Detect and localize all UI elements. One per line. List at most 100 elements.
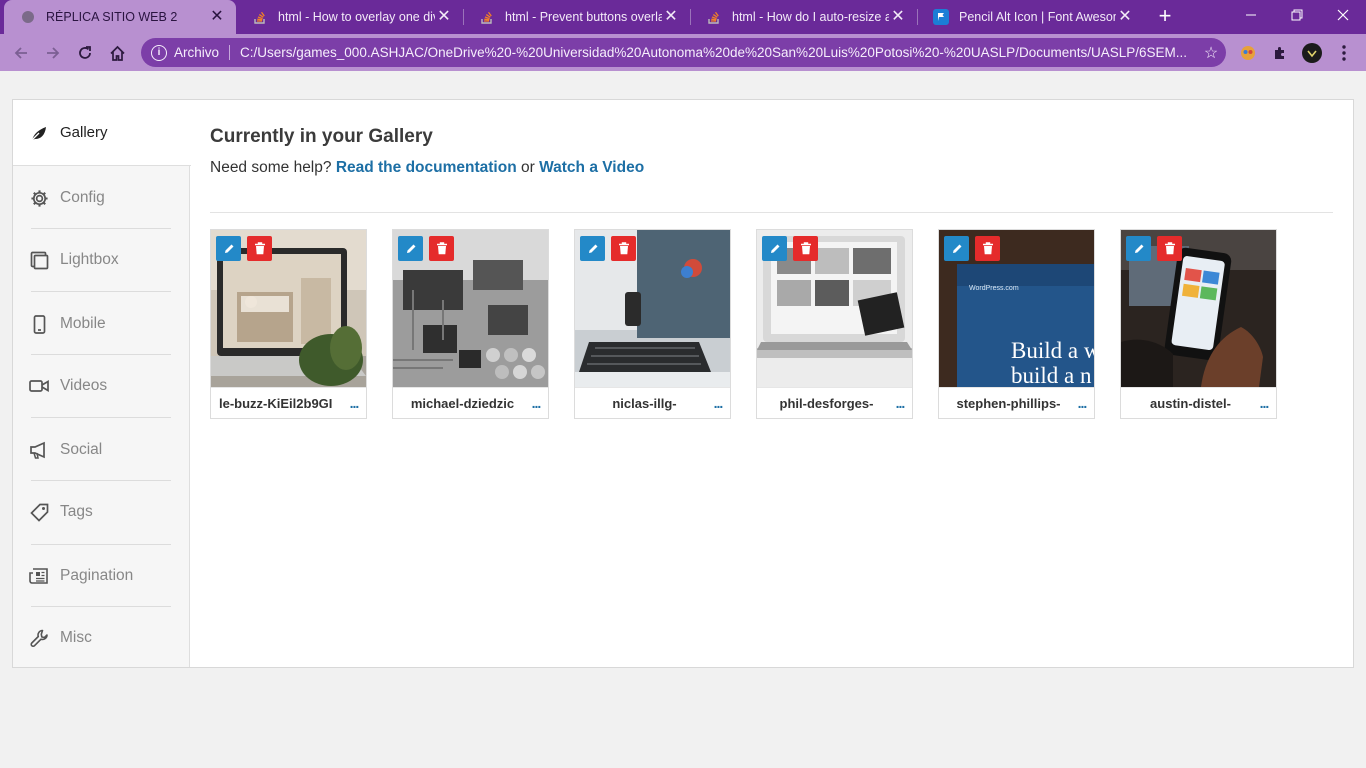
sidebar-divider	[31, 354, 171, 355]
close-tab-icon[interactable]: ✕	[208, 8, 226, 26]
gallery-thumbnail[interactable]: WordPress.com Build a w build a n	[939, 230, 1094, 387]
close-tab-icon[interactable]: ✕	[1116, 8, 1134, 26]
stackoverflow-icon	[706, 9, 722, 25]
gallery-caption: michael-dziedzic ...	[393, 387, 548, 418]
documentation-link[interactable]: Read the documentation	[336, 159, 517, 176]
gallery-thumbnail[interactable]	[1121, 230, 1276, 387]
sidebar-divider	[31, 417, 171, 418]
pencil-icon	[769, 243, 781, 255]
edit-button[interactable]	[398, 236, 423, 261]
page-title: Currently in your Gallery	[210, 126, 433, 147]
sidebar-item-gallery[interactable]: Gallery	[13, 100, 191, 166]
pencil-icon	[587, 243, 599, 255]
sidebar-item-config[interactable]: Config	[29, 178, 171, 218]
image-filename: niclas-illg-	[612, 395, 677, 411]
mobile-icon	[29, 314, 49, 334]
trash-icon	[800, 242, 812, 255]
watch-video-link[interactable]: Watch a Video	[539, 159, 644, 176]
browser-tab[interactable]: html - How to overlay one div ✕	[236, 0, 463, 34]
sidebar-item-lightbox[interactable]: Lightbox	[29, 240, 171, 280]
more-options-button[interactable]: ...	[1070, 395, 1094, 411]
sidebar-item-label: Lightbox	[60, 251, 119, 268]
gallery-thumbnail[interactable]	[757, 230, 912, 387]
minimize-button[interactable]	[1228, 0, 1274, 30]
url-text[interactable]: C:/Users/games_000.ASHJAC/OneDrive%20-%2…	[240, 45, 1196, 60]
gallery-caption: le-buzz-KiEil2b9GI ...	[211, 387, 366, 418]
pencil-icon	[951, 243, 963, 255]
home-button[interactable]	[104, 40, 130, 66]
restore-button[interactable]	[1274, 0, 1320, 30]
trash-icon	[618, 242, 630, 255]
help-prefix: Need some help?	[210, 159, 332, 176]
browser-tab[interactable]: html - Prevent buttons overlap ✕	[463, 0, 690, 34]
sidebar-item-label: Misc	[60, 629, 92, 646]
profile-avatar[interactable]	[1302, 43, 1322, 63]
back-button[interactable]	[8, 40, 34, 66]
more-options-button[interactable]: ...	[1252, 395, 1276, 411]
sidebar-divider	[31, 291, 171, 292]
more-options-button[interactable]: ...	[342, 395, 366, 411]
address-bar[interactable]: i Archivo C:/Users/games_000.ASHJAC/OneD…	[141, 38, 1226, 67]
gallery-main: Currently in your Gallery Need some help…	[210, 100, 1335, 667]
close-tab-icon[interactable]: ✕	[889, 8, 907, 26]
gallery-thumbnail[interactable]	[393, 230, 548, 387]
pencil-icon	[405, 243, 417, 255]
gallery-card: le-buzz-KiEil2b9GI ...	[210, 229, 367, 419]
delete-button[interactable]	[975, 236, 1000, 261]
trash-icon	[1164, 242, 1176, 255]
trash-icon	[254, 242, 266, 255]
more-options-button[interactable]: ...	[706, 395, 730, 411]
trash-icon	[436, 242, 448, 255]
wordpress-banner-text: WordPress.com	[969, 285, 1019, 292]
edit-button[interactable]	[762, 236, 787, 261]
bookmark-star-icon[interactable]: ☆	[1196, 43, 1226, 63]
sidebar-item-social[interactable]: Social	[29, 430, 171, 470]
section-divider	[210, 212, 1333, 213]
sidebar-divider	[31, 544, 171, 545]
edit-button[interactable]	[944, 236, 969, 261]
browser-tab[interactable]: RÉPLICA SITIO WEB 2 ✕	[4, 0, 236, 34]
sidebar-item-misc[interactable]: Misc	[29, 618, 171, 658]
clone-icon	[29, 250, 49, 270]
more-options-button[interactable]: ...	[888, 395, 912, 411]
edit-button[interactable]	[1126, 236, 1151, 261]
browser-tab[interactable]: Pencil Alt Icon | Font Awesome ✕	[917, 0, 1144, 34]
delete-button[interactable]	[429, 236, 454, 261]
trash-icon	[982, 242, 994, 255]
info-icon[interactable]: i	[151, 44, 167, 61]
sidebar-item-videos[interactable]: Videos	[29, 366, 171, 406]
gallery-caption: austin-distel- ...	[1121, 387, 1276, 418]
image-filename: le-buzz-KiEil2b9GI	[219, 395, 333, 411]
browser-toolbar: i Archivo C:/Users/games_000.ASHJAC/OneD…	[0, 34, 1366, 71]
gallery-thumbnail[interactable]	[211, 230, 366, 387]
tab-title: html - How to overlay one div	[278, 10, 435, 24]
close-tab-icon[interactable]: ✕	[662, 8, 680, 26]
browser-tab[interactable]: html - How do I auto-resize an ✕	[690, 0, 917, 34]
settings-panel: Gallery Config Lightbox Mobile Videos So…	[12, 99, 1354, 668]
sidebar-item-mobile[interactable]: Mobile	[29, 304, 171, 344]
gallery-card: WordPress.com Build a w build a n stephe…	[938, 229, 1095, 419]
sidebar-item-label: Social	[60, 441, 103, 458]
new-tab-button[interactable]: +	[1153, 5, 1177, 29]
gallery-thumbnail[interactable]	[575, 230, 730, 387]
delete-button[interactable]	[247, 236, 272, 261]
sidebar-item-pagination[interactable]: Pagination	[29, 556, 171, 596]
edit-button[interactable]	[580, 236, 605, 261]
kebab-menu-icon[interactable]	[1334, 43, 1354, 63]
sidebar-item-tags[interactable]: Tags	[29, 492, 171, 532]
delete-button[interactable]	[611, 236, 636, 261]
help-line: Need some help? Read the documentation o…	[210, 159, 644, 177]
video-icon	[29, 376, 49, 396]
reload-button[interactable]	[72, 40, 98, 66]
close-tab-icon[interactable]: ✕	[435, 8, 453, 26]
puzzle-extensions-icon[interactable]	[1270, 43, 1290, 63]
forward-button[interactable]	[40, 40, 66, 66]
extension-icon[interactable]	[1238, 43, 1258, 63]
gallery-card: austin-distel- ...	[1120, 229, 1277, 419]
delete-button[interactable]	[1157, 236, 1182, 261]
more-options-button[interactable]: ...	[524, 395, 548, 411]
font-awesome-flag-icon	[933, 9, 949, 25]
delete-button[interactable]	[793, 236, 818, 261]
edit-button[interactable]	[216, 236, 241, 261]
close-window-button[interactable]	[1320, 0, 1366, 30]
